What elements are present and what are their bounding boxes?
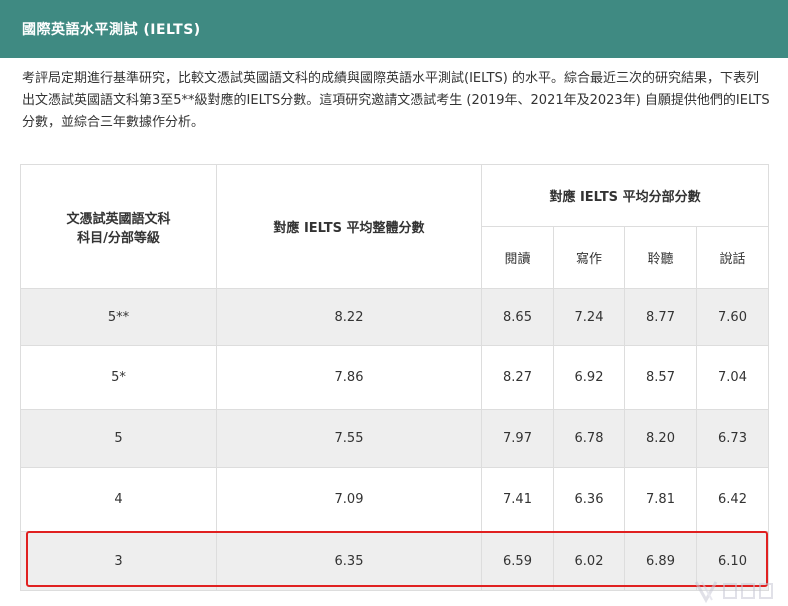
cell-speaking: 6.42 — [695, 467, 770, 532]
cell-listening: 8.57 — [624, 345, 697, 410]
header-dse-level-line2: 科目/分部等級 — [77, 230, 160, 246]
cell-overall: 7.09 — [216, 467, 482, 532]
cell-writing: 6.92 — [553, 345, 625, 410]
cell-level: 3 — [20, 531, 217, 591]
cell-writing: 6.78 — [553, 409, 625, 468]
cell-reading: 8.65 — [481, 288, 554, 346]
cell-speaking: 6.73 — [695, 409, 770, 468]
header-reading: 閱讀 — [481, 226, 554, 289]
cell-overall: 7.86 — [216, 345, 482, 410]
cell-reading: 6.59 — [481, 531, 554, 591]
table-row: 5** 8.22 8.65 7.24 8.77 7.60 — [20, 288, 770, 346]
cell-level: 5 — [20, 409, 217, 468]
cell-listening: 6.89 — [624, 531, 697, 591]
cell-overall: 6.35 — [216, 531, 482, 591]
cell-writing: 6.02 — [553, 531, 625, 591]
ielts-score-table: 文憑試英國語文科 科目/分部等級 對應 IELTS 平均整體分數 對應 IELT… — [20, 164, 770, 591]
header-dse-level-line1: 文憑試英國語文科 — [66, 211, 171, 227]
table-container: 文憑試英國語文科 科目/分部等級 對應 IELTS 平均整體分數 對應 IELT… — [20, 164, 770, 591]
header-dse-level: 文憑試英國語文科 科目/分部等級 — [20, 164, 217, 289]
logo-watermark-icon — [692, 578, 784, 604]
section-title: 國際英語水平測試 (IELTS) — [22, 22, 201, 38]
header-overall: 對應 IELTS 平均整體分數 — [216, 164, 482, 289]
cell-listening: 8.20 — [624, 409, 697, 468]
header-subscores-group: 對應 IELTS 平均分部分數 — [480, 164, 770, 227]
header-listening: 聆聽 — [624, 226, 697, 289]
cell-speaking: 7.04 — [695, 345, 770, 410]
cell-level: 5* — [20, 345, 217, 410]
cell-writing: 7.24 — [553, 288, 625, 346]
header-writing: 寫作 — [553, 226, 625, 289]
cell-speaking: 7.60 — [695, 288, 770, 346]
cell-overall: 8.22 — [216, 288, 482, 346]
cell-level: 5** — [20, 288, 217, 346]
cell-overall: 7.55 — [216, 409, 482, 468]
cell-writing: 6.36 — [553, 467, 625, 532]
cell-reading: 7.41 — [481, 467, 554, 532]
table-row: 3 6.35 6.59 6.02 6.89 6.10 — [20, 531, 770, 591]
cell-listening: 8.77 — [624, 288, 697, 346]
table-row: 5* 7.86 8.27 6.92 8.57 7.04 — [20, 345, 770, 410]
cell-listening: 7.81 — [624, 467, 697, 532]
page: 國際英語水平測試 (IELTS) 考評局定期進行基準研究，比較文憑試英國語文科的… — [0, 0, 788, 606]
section-header: 國際英語水平測試 (IELTS) — [0, 0, 788, 58]
cell-level: 4 — [20, 467, 217, 532]
header-speaking: 說話 — [695, 226, 770, 289]
intro-paragraph: 考評局定期進行基準研究，比較文憑試英國語文科的成績與國際英語水平測試(IELTS… — [22, 71, 770, 130]
table-row: 5 7.55 7.97 6.78 8.20 6.73 — [20, 409, 770, 468]
cell-reading: 8.27 — [481, 345, 554, 410]
cell-reading: 7.97 — [481, 409, 554, 468]
table-row: 4 7.09 7.41 6.36 7.81 6.42 — [20, 467, 770, 532]
